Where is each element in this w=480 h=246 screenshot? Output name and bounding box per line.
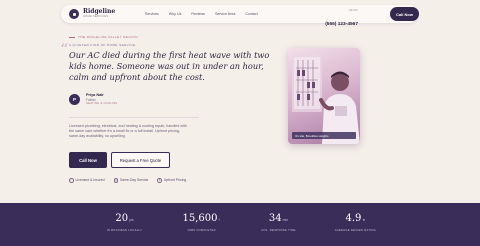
stat-years: 20yrs In business locally (86, 203, 163, 246)
stat-unit: + (218, 218, 221, 222)
stat-response: 34min Avg. response time (240, 203, 317, 246)
brand-subtitle: Home Services (83, 15, 109, 18)
badge-label: Same-Day Service (120, 178, 149, 183)
stat-jobs: 15,600+ Jobs completed (163, 203, 240, 246)
stat-label: Average review rating (334, 229, 377, 232)
stat-value: 34 (268, 213, 282, 224)
nav-link-service-area[interactable]: Service Area (215, 12, 235, 16)
stat-value: 20 (115, 213, 129, 224)
nav-call-now-button[interactable]: Call Now (390, 7, 419, 21)
clock-icon: ◷ (113, 178, 119, 183)
logo-icon[interactable] (69, 9, 79, 19)
testimonial-author: P Priya Nair Fairfax Heating & Cooling (69, 93, 118, 106)
nav-link-reviews[interactable]: Reviews (191, 12, 205, 16)
nav-link-services[interactable]: Services (145, 12, 159, 16)
technician-photo: On site, Brookline Heights (288, 48, 360, 144)
phone-number[interactable]: (555) 123-4567 (325, 22, 358, 27)
badge-licensed: ✓ Licensed & Insured (69, 178, 105, 183)
stat-unit: min (282, 218, 289, 222)
author-service: Heating & Cooling (86, 102, 118, 105)
nav-links: Services Why Us Reviews Service Area Con… (145, 12, 258, 16)
tag-icon: $ (157, 178, 162, 183)
stats-band: 20yrs In business locally 15,600+ Jobs c… (0, 203, 480, 246)
request-quote-button[interactable]: Request a Free Quote (111, 152, 170, 168)
nav-link-contact[interactable]: Contact (245, 12, 257, 16)
stat-label: Avg. response time (261, 229, 296, 232)
badge-label: Licensed & Insured (75, 178, 105, 183)
nav-phone[interactable]: Call 24/7 (555) 123-4567 (324, 9, 358, 30)
check-icon: ✓ (69, 178, 74, 183)
hero-headline: Our AC died during the first heat wave w… (69, 50, 270, 82)
badge-label: Upfront Pricing (163, 178, 187, 183)
brand-name: Ridgeline (83, 8, 116, 15)
brand[interactable]: Ridgeline Home Services (83, 8, 115, 19)
divider (69, 117, 199, 118)
stat-unit: yrs (129, 218, 134, 222)
hero-kicker: A quieter kind of home service. (69, 43, 137, 47)
nav-link-why-us[interactable]: Why Us (169, 12, 182, 16)
technician-illustration (292, 54, 360, 144)
call-now-button[interactable]: Call Now (69, 152, 107, 168)
trust-badges: ✓ Licensed & Insured ◷ Same-Day Service … (69, 178, 186, 183)
stat-label: Jobs completed (187, 229, 216, 232)
badge-same-day: ◷ Same-Day Service (113, 178, 149, 183)
avatar: P (69, 94, 80, 105)
badge-pricing: $ Upfront Pricing (157, 178, 186, 183)
eyebrow-line (69, 36, 75, 38)
stat-value: 15,600 (182, 213, 218, 224)
stat-rating: 4.9★ Average review rating (317, 203, 394, 246)
phone-label: Call 24/7 (348, 9, 358, 12)
hero-eyebrow: The Ridgeline Valley Region (69, 35, 138, 39)
star-icon: ★ (362, 218, 366, 222)
stat-label: In business locally (106, 229, 143, 232)
quote-icon: “ (60, 40, 69, 59)
photo-caption: On site, Brookline Heights (292, 132, 356, 139)
eyebrow-text: The Ridgeline Valley Region (78, 35, 138, 39)
top-navigation: Ridgeline Home Services Services Why Us … (61, 5, 419, 27)
stat-value: 4.9 (345, 213, 362, 224)
hero-description: Licensed plumbing, electrical, and heati… (69, 124, 187, 139)
